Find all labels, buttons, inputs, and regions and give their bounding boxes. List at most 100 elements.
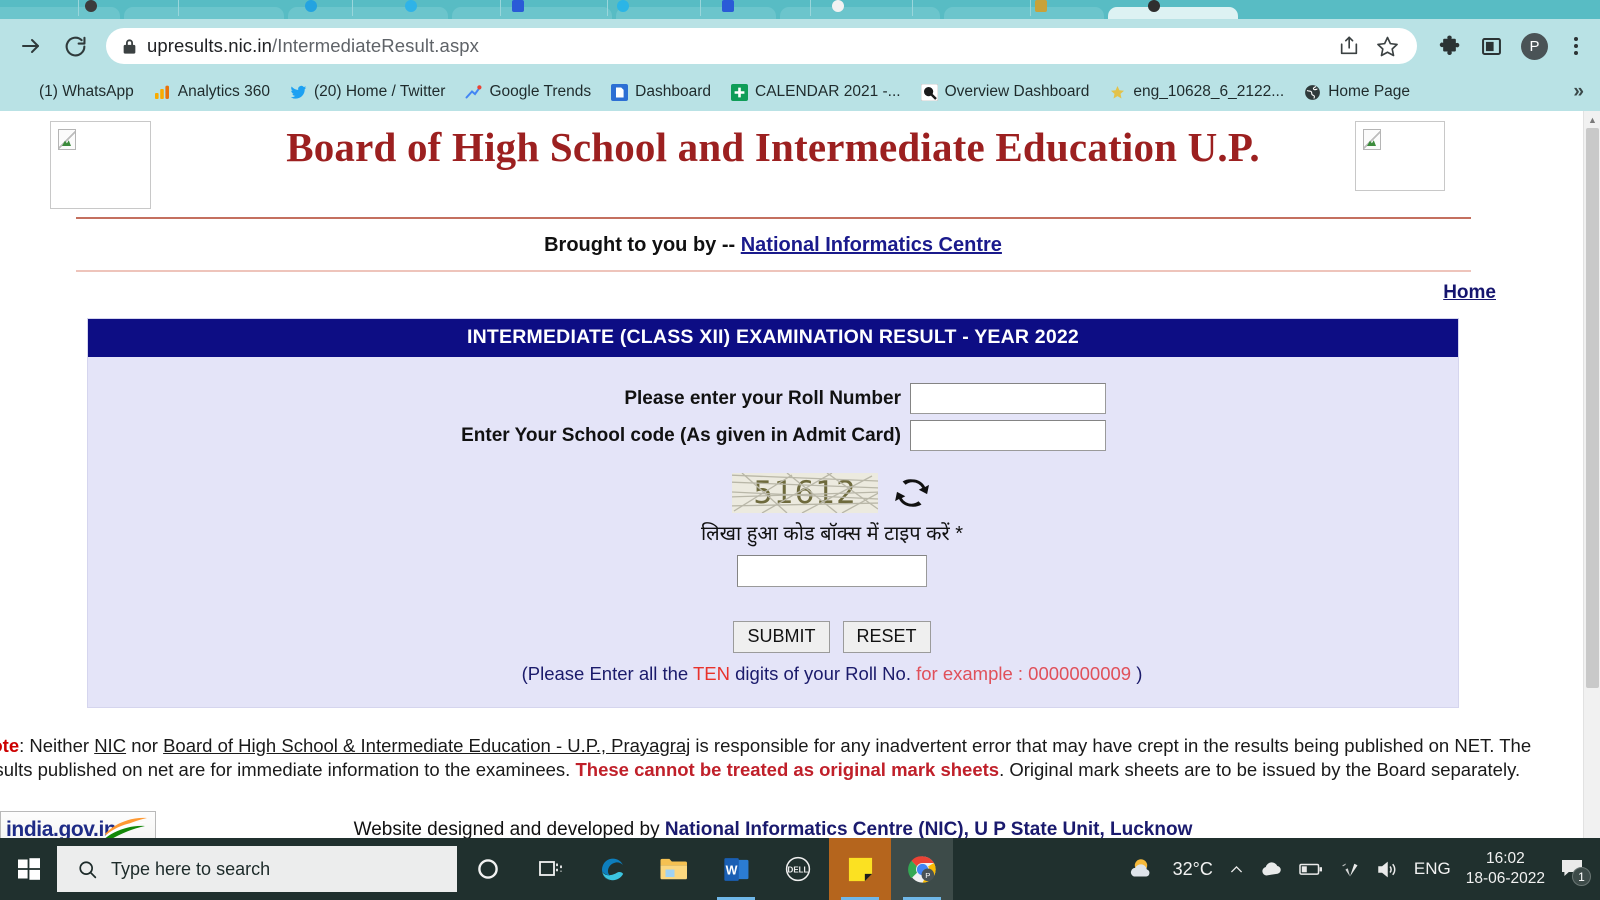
scrollbar-thumb[interactable] bbox=[1586, 128, 1599, 688]
result-form-panel: INTERMEDIATE (CLASS XII) EXAMINATION RES… bbox=[87, 318, 1459, 708]
word-icon[interactable]: W bbox=[705, 838, 767, 900]
tab-separator bbox=[78, 0, 79, 16]
brought-by-prefix: Brought to you by -- bbox=[544, 234, 736, 256]
bookmark-item-whatsapp[interactable]: (1) WhatsApp bbox=[6, 79, 143, 105]
bookmark-item-dashboard[interactable]: Dashboard bbox=[602, 79, 720, 105]
note-nic-link[interactable]: NIC bbox=[94, 735, 126, 756]
reload-icon[interactable] bbox=[58, 29, 92, 63]
bookmarks-bar: (1) WhatsApp Analytics 360 (20) Home / T… bbox=[0, 73, 1600, 111]
tab-strip[interactable] bbox=[0, 0, 1600, 19]
panel-title: INTERMEDIATE (CLASS XII) EXAMINATION RES… bbox=[88, 319, 1458, 357]
note-text-2: nor bbox=[126, 735, 164, 756]
task-view-icon[interactable] bbox=[519, 838, 581, 900]
notifications-icon[interactable]: 1 bbox=[1560, 858, 1591, 886]
whatsapp-icon bbox=[15, 84, 32, 101]
forward-icon[interactable] bbox=[14, 29, 48, 63]
roll-number-row: Please enter your Roll Number bbox=[88, 383, 1458, 414]
windows-taskbar: Type here to search W DELL P 32°C ENG 16… bbox=[0, 838, 1600, 900]
submit-button[interactable]: SUBMIT bbox=[733, 621, 830, 653]
share-icon[interactable] bbox=[1338, 35, 1360, 57]
bookmark-label: CALENDAR 2021 -... bbox=[755, 83, 901, 100]
india-gov-logo[interactable]: india.gov.in The national portal of indi… bbox=[0, 810, 156, 841]
browser-tab[interactable] bbox=[452, 7, 612, 19]
svg-text:W: W bbox=[725, 863, 737, 877]
roll-number-label: Please enter your Roll Number bbox=[624, 387, 901, 409]
language-indicator[interactable]: ENG bbox=[1414, 859, 1451, 879]
wifi-icon[interactable] bbox=[1339, 860, 1361, 878]
browser-tab[interactable] bbox=[944, 7, 1104, 19]
tab-favicon bbox=[722, 0, 734, 12]
bookmark-label: (1) WhatsApp bbox=[39, 83, 134, 100]
tab-favicon bbox=[1035, 0, 1047, 12]
bookmark-item-overview-dashboard[interactable]: Overview Dashboard bbox=[912, 79, 1099, 105]
home-link-row: Home bbox=[0, 272, 1568, 304]
captcha-image: 51612 bbox=[732, 473, 878, 513]
tab-separator bbox=[912, 0, 913, 16]
nic-link[interactable]: National Informatics Centre bbox=[741, 234, 1002, 256]
dell-icon[interactable]: DELL bbox=[767, 838, 829, 900]
profile-avatar[interactable]: P bbox=[1521, 32, 1548, 60]
browser-toolbar: upresults.nic.in/IntermediateResult.aspx… bbox=[0, 19, 1600, 73]
reset-button[interactable]: RESET bbox=[842, 621, 931, 653]
page-content: Board of High School and Intermediate Ed… bbox=[0, 111, 1568, 841]
edge-icon[interactable] bbox=[581, 838, 643, 900]
bookmark-label: Overview Dashboard bbox=[944, 83, 1090, 100]
clock-time: 16:02 bbox=[1485, 850, 1525, 868]
note-text-4: . Original mark sheets are to be issued … bbox=[999, 759, 1521, 781]
captcha-input[interactable] bbox=[737, 555, 927, 587]
bookmark-item-analytics-360[interactable]: Analytics 360 bbox=[145, 79, 279, 105]
bookmark-item-eng-file[interactable]: eng_10628_6_2122... bbox=[1100, 79, 1293, 105]
more-menu-icon[interactable] bbox=[1566, 35, 1586, 57]
volume-icon[interactable] bbox=[1376, 860, 1399, 879]
hint-middle: digits of your Roll No. bbox=[730, 663, 917, 684]
bookmark-label: Google Trends bbox=[489, 83, 592, 100]
school-code-input[interactable] bbox=[910, 420, 1106, 451]
chrome-icon[interactable]: P bbox=[891, 838, 953, 900]
bookmarks-overflow-button[interactable]: » bbox=[1563, 81, 1594, 103]
file-explorer-icon[interactable] bbox=[643, 838, 705, 900]
browser-tab[interactable] bbox=[0, 7, 120, 19]
credit-1-bold: National Informatics Centre (NIC), U P S… bbox=[664, 818, 1193, 840]
panel-body: Please enter your Roll Number Enter Your… bbox=[88, 357, 1458, 707]
disclaimer-note: Note: Neither NIC nor Board of High Scho… bbox=[0, 734, 1568, 783]
tab-separator bbox=[810, 0, 811, 16]
home-link[interactable]: Home bbox=[1443, 282, 1496, 303]
taskbar-clock[interactable]: 16:02 18-06-2022 bbox=[1466, 849, 1545, 889]
browser-tab[interactable] bbox=[616, 7, 776, 19]
sticky-notes-icon[interactable] bbox=[829, 838, 891, 900]
taskbar-search[interactable]: Type here to search bbox=[57, 846, 457, 892]
page-title: Board of High School and Intermediate Ed… bbox=[286, 124, 1260, 170]
browser-tab[interactable] bbox=[124, 7, 284, 19]
lock-icon bbox=[122, 38, 137, 55]
brought-to-you-by: Brought to you by -- National Informatic… bbox=[0, 219, 1568, 270]
bookmark-item-google-trends[interactable]: Google Trends bbox=[456, 79, 600, 105]
tab-favicon bbox=[512, 0, 524, 12]
scroll-up-arrow[interactable]: ▲ bbox=[1584, 111, 1600, 128]
extensions-icon[interactable] bbox=[1437, 34, 1462, 59]
bookmark-star-icon[interactable] bbox=[1376, 35, 1399, 58]
tab-separator bbox=[178, 0, 179, 16]
note-board-link[interactable]: Board of High School & Intermediate Educ… bbox=[163, 735, 690, 756]
vertical-scrollbar[interactable]: ▲ bbox=[1583, 111, 1600, 841]
bookmark-item-twitter[interactable]: (20) Home / Twitter bbox=[281, 79, 455, 105]
weather-icon[interactable] bbox=[1128, 856, 1158, 882]
dashboard-icon bbox=[611, 83, 629, 101]
sidebar-icon[interactable] bbox=[1480, 35, 1503, 58]
roll-number-input[interactable] bbox=[910, 383, 1106, 414]
svg-text:P: P bbox=[925, 871, 930, 880]
chevron-up-icon[interactable] bbox=[1228, 861, 1245, 878]
school-code-label: Enter Your School code (As given in Admi… bbox=[461, 424, 901, 446]
bookmark-item-calendar[interactable]: CALENDAR 2021 -... bbox=[722, 79, 910, 105]
browser-tab-active[interactable] bbox=[1108, 7, 1238, 19]
refresh-icon[interactable] bbox=[892, 476, 932, 510]
battery-icon[interactable] bbox=[1299, 861, 1324, 877]
onedrive-icon[interactable] bbox=[1260, 860, 1284, 878]
cortana-icon[interactable] bbox=[457, 838, 519, 900]
note-label: Note bbox=[0, 735, 20, 756]
browser-tab[interactable] bbox=[780, 7, 940, 19]
address-bar[interactable]: upresults.nic.in/IntermediateResult.aspx bbox=[106, 28, 1417, 64]
windows-start-icon[interactable] bbox=[0, 838, 57, 900]
bookmark-item-home-page[interactable]: Home Page bbox=[1295, 79, 1419, 105]
hint-ten: TEN bbox=[693, 663, 730, 684]
weather-temperature[interactable]: 32°C bbox=[1173, 859, 1213, 880]
